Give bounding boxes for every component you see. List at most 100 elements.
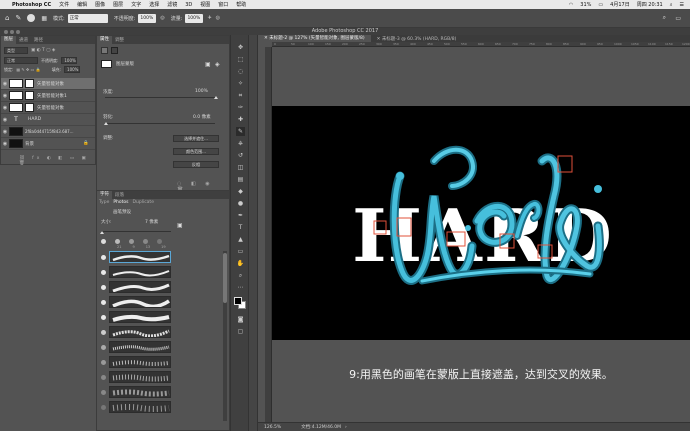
collapsed-panel-strip[interactable] bbox=[249, 35, 258, 431]
layer-row[interactable]: ◉ 背景 🔒 bbox=[1, 138, 95, 150]
menu-edit[interactable]: 编辑 bbox=[77, 1, 87, 8]
status-arrow-icon[interactable]: › bbox=[345, 425, 347, 430]
density-value[interactable]: 100% bbox=[195, 89, 208, 94]
window-close-button[interactable] bbox=[4, 29, 8, 34]
history-brush-tool-icon[interactable]: ↺ bbox=[236, 151, 245, 160]
layers-footer-icons[interactable]: ⛓ fx ◐ ◧ ▭ ▣ 🗑 bbox=[19, 156, 95, 166]
layer-row[interactable]: ◉ 2f8a0d44715f843.687... bbox=[1, 126, 95, 138]
hand-tool-icon[interactable]: ✋ bbox=[236, 259, 245, 268]
path-select-tool-icon[interactable]: ▲ bbox=[236, 235, 245, 244]
eye-icon[interactable]: ◉ bbox=[1, 129, 9, 135]
color-range-button[interactable]: 颜色范围... bbox=[173, 148, 219, 155]
filter-icons[interactable]: ▣ ◐ T ▢ ◈ bbox=[31, 48, 55, 53]
screen-mode-icon[interactable]: ▢ bbox=[236, 327, 245, 336]
menu-view[interactable]: 视图 bbox=[200, 1, 210, 8]
menu-clock[interactable]: 周四 20:31 bbox=[637, 1, 663, 8]
fill-field[interactable]: 100% bbox=[64, 66, 81, 73]
mode-select[interactable]: 正常 bbox=[67, 13, 108, 23]
brush-preset-item[interactable] bbox=[109, 251, 171, 263]
crop-tool-icon[interactable]: ⌗ bbox=[236, 91, 245, 100]
quick-mask-icon[interactable]: ◙ bbox=[236, 315, 245, 324]
workspace-icon[interactable]: ▭ bbox=[675, 15, 681, 22]
brush-size-knob[interactable] bbox=[100, 231, 104, 234]
brush-tool-icon[interactable]: ✎ bbox=[236, 127, 245, 136]
eyedropper-tool-icon[interactable]: ✑ bbox=[236, 103, 245, 112]
type-tool-icon[interactable]: T bbox=[236, 223, 245, 232]
layer-row[interactable]: ◉ 矢量智能对象 bbox=[1, 78, 95, 90]
layer-mask-thumbnail[interactable] bbox=[25, 79, 34, 88]
window-zoom-button[interactable] bbox=[16, 29, 20, 34]
battery-percent[interactable]: 31% bbox=[580, 2, 591, 8]
invert-button[interactable]: 反相 bbox=[173, 161, 219, 168]
more-tools-icon[interactable]: ⋯ bbox=[236, 283, 245, 292]
zoom-level[interactable]: 126.5% bbox=[264, 425, 281, 430]
soft-tip-icon[interactable] bbox=[157, 239, 162, 244]
menu-window[interactable]: 窗口 bbox=[218, 1, 228, 8]
airbrush-icon[interactable]: ✈ bbox=[207, 15, 211, 21]
tab-channels[interactable]: 通道 bbox=[16, 37, 31, 43]
library-type[interactable]: Type bbox=[99, 200, 109, 205]
eye-icon[interactable]: ◉ bbox=[1, 105, 9, 111]
soft-tip-icon[interactable] bbox=[129, 239, 134, 244]
menu-3d[interactable]: 3D bbox=[185, 2, 192, 8]
tab-paths[interactable]: 路径 bbox=[31, 37, 46, 43]
move-tool-icon[interactable]: ✥ bbox=[236, 43, 245, 52]
tab-paragraph[interactable]: 段落 bbox=[112, 192, 127, 198]
list-icon[interactable]: ☰ bbox=[680, 2, 684, 8]
shape-tool-icon[interactable]: ▭ bbox=[236, 247, 245, 256]
gradient-tool-icon[interactable]: ▤ bbox=[236, 175, 245, 184]
pressure-size-icon[interactable]: ◎ bbox=[216, 15, 220, 21]
soft-tip-icon[interactable] bbox=[115, 239, 120, 244]
tab-character[interactable]: 字符 bbox=[97, 191, 112, 199]
marquee-tool-icon[interactable]: ⬚ bbox=[236, 55, 245, 64]
search-tool-icon[interactable]: ⌕ bbox=[663, 14, 666, 22]
brush-size-slider[interactable] bbox=[101, 231, 171, 232]
menu-layer[interactable]: 图层 bbox=[113, 1, 123, 8]
blend-mode-select[interactable]: 正常 bbox=[4, 57, 38, 64]
tab-layers[interactable]: 图层 bbox=[1, 36, 16, 44]
blur-tool-icon[interactable]: ◆ bbox=[236, 187, 245, 196]
brush-preset-item[interactable] bbox=[109, 326, 171, 338]
menu-help[interactable]: 帮助 bbox=[236, 1, 246, 8]
window-minimize-button[interactable] bbox=[10, 29, 14, 34]
pressure-opacity-icon[interactable]: ◎ bbox=[160, 15, 164, 21]
feather-slider-knob[interactable] bbox=[104, 122, 108, 125]
healing-tool-icon[interactable]: ✚ bbox=[236, 115, 245, 124]
brush-preset-item[interactable] bbox=[109, 401, 171, 413]
flow-field[interactable]: 100% bbox=[185, 13, 204, 23]
foreground-color-swatch[interactable] bbox=[234, 297, 242, 305]
eraser-tool-icon[interactable]: ◫ bbox=[236, 163, 245, 172]
document-canvas[interactable]: HARD bbox=[272, 106, 690, 340]
new-brush-icon[interactable]: ▣ bbox=[177, 222, 183, 229]
brush-tool-icon[interactable]: ✎ bbox=[15, 14, 21, 22]
vector-mask-icon[interactable] bbox=[111, 47, 118, 54]
tab-properties[interactable]: 属性 bbox=[97, 36, 112, 44]
vector-mask-add-icon[interactable]: ◈ bbox=[215, 61, 220, 68]
brush-panel-scroll-thumb[interactable] bbox=[223, 253, 227, 303]
search-icon[interactable]: ⌕ bbox=[670, 2, 673, 8]
menu-type[interactable]: 文字 bbox=[131, 1, 141, 8]
layer-row[interactable]: ◉ 矢量智能对象1 bbox=[1, 90, 95, 102]
feather-slider-track[interactable] bbox=[105, 123, 215, 124]
library-duplicate[interactable]: Duplicate bbox=[133, 200, 154, 205]
density-slider-knob[interactable] bbox=[214, 96, 218, 99]
brush-preset-item[interactable] bbox=[109, 386, 171, 398]
brush-preset-item[interactable] bbox=[109, 296, 171, 308]
menu-filter[interactable]: 滤镜 bbox=[167, 1, 177, 8]
library-photos[interactable]: Photos bbox=[113, 200, 128, 205]
menu-image[interactable]: 图像 bbox=[95, 1, 105, 8]
tab-adjustments[interactable]: 调整 bbox=[112, 37, 127, 43]
select-and-mask-button[interactable]: 选择并遮住... bbox=[173, 135, 219, 142]
document-tab[interactable]: ✕ 未标题-3 @ 60.3% (HARD, RGB/8) bbox=[371, 36, 463, 42]
brush-size-value[interactable]: 7 像素 bbox=[145, 219, 158, 225]
soft-tip-icon[interactable] bbox=[143, 239, 148, 244]
stamp-tool-icon[interactable]: ⎈ bbox=[236, 139, 245, 148]
brush-preset-item[interactable] bbox=[109, 341, 171, 353]
brush-preset-item[interactable] bbox=[109, 356, 171, 368]
eye-icon[interactable]: ◉ bbox=[1, 93, 9, 99]
menu-file[interactable]: 文件 bbox=[59, 1, 69, 8]
document-tab-active[interactable]: ✕ 未标题-2 @ 127% (矢量智能对象, 图层蒙版/8) bbox=[258, 35, 371, 42]
pen-tool-icon[interactable]: ✒ bbox=[236, 211, 245, 220]
layer-row[interactable]: ◉ T HARD bbox=[1, 114, 95, 126]
layer-opacity-field[interactable]: 100% bbox=[61, 57, 78, 64]
